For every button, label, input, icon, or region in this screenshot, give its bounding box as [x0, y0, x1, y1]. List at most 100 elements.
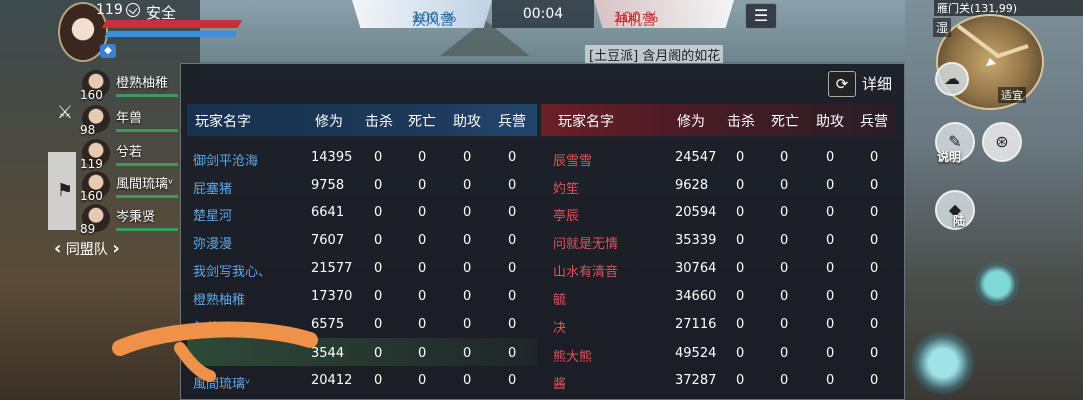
team-member[interactable]: 岑秉贤 89 — [50, 202, 180, 236]
redaction-scribble — [112, 321, 318, 382]
team-member[interactable]: 橙熟柚稚 160 — [50, 68, 180, 102]
stat-cell: 0 — [418, 373, 427, 388]
stat-cell: 0 — [508, 346, 517, 361]
stat-cell: 0 — [736, 261, 745, 276]
stat-cell: 0 — [780, 150, 789, 165]
team-nav-label: 同盟队 — [65, 242, 108, 258]
header-barracks: 兵营 — [498, 114, 526, 130]
stat-cell: 0 — [418, 233, 427, 248]
left-camp-name: 疾风营 — [412, 13, 454, 29]
stat-cell: 9758 — [311, 178, 345, 193]
stat-cell: 17370 — [311, 289, 353, 304]
player-name-cell: 问就是无情 — [553, 237, 619, 252]
stat-cell: 0 — [508, 178, 517, 193]
right-camp-score: 神机营 100 % — [594, 0, 734, 28]
stat-cell: 0 — [418, 261, 427, 276]
stat-cell: 0 — [870, 346, 879, 361]
stat-cell: 0 — [508, 317, 517, 332]
header-cultivation: 修为 — [315, 114, 343, 130]
stat-cell: 0 — [826, 233, 835, 248]
member-hp-bar — [116, 94, 178, 97]
stat-cell: 0 — [374, 346, 383, 361]
stat-cell: 0 — [780, 178, 789, 193]
stat-cell: 0 — [463, 205, 472, 220]
stat-cell: 14395 — [311, 150, 353, 165]
player-name-cell: 熊大熊 — [553, 350, 593, 365]
stat-cell: 0 — [826, 178, 835, 193]
stat-cell: 0 — [870, 261, 879, 276]
stat-cell: 0 — [418, 150, 427, 165]
stat-cell: 0 — [870, 373, 879, 388]
stat-cell: 0 — [736, 178, 745, 193]
stat-cell: 0 — [508, 150, 517, 165]
stat-cell: 0 — [374, 150, 383, 165]
cloud-icon[interactable]: ☁ — [935, 62, 969, 96]
stat-cell: 0 — [870, 205, 879, 220]
stat-cell: 0 — [508, 289, 517, 304]
player-name-cell: 弥漫漫 — [193, 237, 233, 252]
player-name-cell: 决 — [553, 321, 567, 336]
stat-cell: 0 — [736, 289, 745, 304]
stat-cell: 0 — [374, 205, 383, 220]
stat-cell: 7607 — [311, 233, 345, 248]
stat-cell: 21577 — [311, 261, 353, 276]
stat-cell: 0 — [374, 233, 383, 248]
player-hp-bar — [101, 20, 243, 28]
stat-cell: 0 — [780, 205, 789, 220]
header-assists: 助攻 — [453, 114, 481, 130]
member-name: 岑秉贤 — [116, 210, 156, 225]
team-member[interactable]: 年兽 98 — [50, 103, 180, 137]
left-camp-score: 100 % 疾风营 — [352, 0, 492, 28]
team-member[interactable]: 風間琉璃ᵛ 160 — [50, 169, 180, 203]
player-name-cell: 橙熟柚稚 — [193, 293, 246, 308]
player-name-cell: 辰雪雪 — [553, 154, 593, 169]
stat-cell: 0 — [463, 233, 472, 248]
menu-list-icon[interactable]: ☰ — [745, 3, 777, 29]
team-nav[interactable]: ‹ 同盟队 › — [54, 238, 120, 259]
header-deaths: 死亡 — [771, 114, 799, 130]
system-notice: [土豆派] 含月阁的如花 — [585, 45, 723, 64]
land-label: 陆 — [953, 214, 966, 228]
player-name-cell: 酱 — [553, 377, 567, 392]
member-name: 風間琉璃ᵛ — [116, 177, 174, 192]
stat-cell: 0 — [826, 150, 835, 165]
stat-cell: 0 — [826, 289, 835, 304]
stat-cell: 0 — [780, 373, 789, 388]
player-name-cell: 我剑写我心、 — [193, 265, 272, 280]
stat-cell: 30764 — [675, 261, 717, 276]
header-kills: 击杀 — [365, 114, 393, 130]
detail-button[interactable]: ⟳ 详细 — [827, 71, 892, 97]
chevron-right-icon[interactable]: › — [112, 238, 119, 259]
stat-cell: 0 — [463, 261, 472, 276]
team-member[interactable]: 兮若 119 — [50, 137, 180, 171]
header-cultivation: 修为 — [677, 114, 705, 130]
member-name: 年兽 — [116, 111, 143, 126]
target-icon[interactable]: ⊛ — [982, 122, 1022, 162]
header-player-name: 玩家名字 — [195, 114, 251, 130]
skill-lotus-icon[interactable] — [910, 330, 976, 396]
stat-cell: 0 — [508, 233, 517, 248]
stat-cell: 0 — [418, 178, 427, 193]
member-hp-bar — [116, 228, 178, 231]
stat-cell: 0 — [374, 317, 383, 332]
member-level: 98 — [80, 123, 96, 137]
stat-cell: 0 — [780, 346, 789, 361]
right-camp-percent: 100 % — [614, 10, 659, 26]
chevron-left-icon[interactable]: ‹ — [54, 238, 61, 259]
header-kills: 击杀 — [727, 114, 755, 130]
weather-indicator: 湿 — [933, 18, 952, 37]
stat-cell: 0 — [826, 346, 835, 361]
member-hp-bar — [116, 163, 178, 166]
stat-cell: 0 — [736, 317, 745, 332]
stat-cell: 37287 — [675, 373, 717, 388]
skill-crane-icon[interactable] — [975, 262, 1019, 306]
player-name-cell: 毓 — [553, 293, 567, 308]
player-level: 119 — [96, 2, 123, 18]
stat-cell: 0 — [463, 178, 472, 193]
stat-cell: 0 — [418, 205, 427, 220]
buff-badge-icon[interactable]: ◆ — [100, 44, 116, 58]
stat-cell: 0 — [780, 289, 789, 304]
stat-cell: 0 — [780, 261, 789, 276]
player-name-cell: 屁塞猪 — [193, 182, 233, 197]
stat-cell: 0 — [870, 317, 879, 332]
